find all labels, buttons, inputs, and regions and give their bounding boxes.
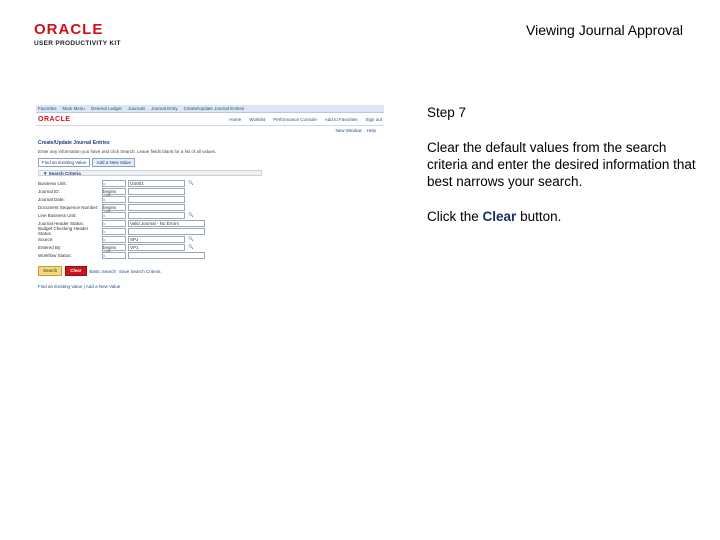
lookup-icon[interactable]: 🔍: [188, 180, 194, 186]
thumb-tab-find[interactable]: Find an Existing Value: [38, 158, 91, 167]
upk-wordmark: USER PRODUCTIVITY KIT: [34, 40, 121, 47]
thumb-row-label: Workflow Status:: [38, 252, 72, 258]
thumb-row-value[interactable]: [128, 203, 185, 211]
thumb-criteria-row: Journal ID: begins with: [38, 187, 384, 199]
thumb-nav-bar: Favorites Main Menu General Ledger Journ…: [36, 105, 384, 113]
lookup-icon[interactable]: 🔍: [188, 212, 194, 218]
thumb-link-performance[interactable]: Performance Console: [273, 117, 317, 122]
thumb-top-links: Home Worklist Performance Console Add to…: [229, 117, 382, 122]
thumb-description: Enter any information you have and click…: [38, 149, 217, 154]
thumb-link-signout[interactable]: Sign out: [365, 117, 382, 122]
thumb-criteria-rows: Business Unit: = US001 🔍 Journal ID: beg…: [38, 179, 384, 259]
thumb-row-operator[interactable]: =: [102, 211, 126, 219]
thumb-row-operator[interactable]: =: [102, 227, 126, 235]
thumb-row-operator[interactable]: begins with: [102, 203, 126, 215]
thumb-row-label: Journal Date:: [38, 196, 65, 202]
thumb-row-value[interactable]: SPJ: [128, 235, 185, 243]
thumb-button-bar: Search Clear Basic Search Save Search Cr…: [38, 266, 384, 276]
thumb-criteria-row: Source: = SPJ 🔍: [38, 235, 384, 243]
thumb-link-help[interactable]: Help: [367, 128, 376, 133]
lookup-icon[interactable]: 🔍: [188, 236, 194, 242]
thumb-row-label: Line Business Unit:: [38, 212, 77, 218]
thumb-nav-item[interactable]: Favorites: [38, 106, 57, 111]
thumb-row-operator[interactable]: =: [102, 251, 126, 259]
thumb-row-operator[interactable]: begins with: [102, 187, 126, 199]
thumb-row-value[interactable]: US001: [128, 179, 185, 187]
thumb-sub-links: New Window Help: [36, 126, 384, 134]
thumb-page-heading: Create/Update Journal Entries: [38, 140, 110, 146]
thumb-row-operator[interactable]: =: [102, 195, 126, 203]
thumb-row-operator[interactable]: =: [102, 179, 126, 187]
thumb-search-criteria-bar[interactable]: ▼ Search Criteria: [38, 170, 262, 176]
thumb-nav-item[interactable]: Main Menu: [63, 106, 85, 111]
thumb-row-label: Entered By:: [38, 244, 62, 250]
thumb-criteria-row: Workflow Status: =: [38, 251, 384, 259]
thumb-row-value[interactable]: [128, 187, 185, 195]
step-number: Step 7: [427, 105, 467, 120]
thumb-criteria-label: Search Criteria: [48, 170, 81, 176]
thumb-clear-button[interactable]: Clear: [65, 266, 87, 276]
lookup-icon[interactable]: 🔍: [188, 244, 194, 250]
screenshot-thumbnail: Favorites Main Menu General Ledger Journ…: [36, 105, 384, 315]
thumb-criteria-row: Entered By: begins with VP1 🔍: [38, 243, 384, 255]
thumb-link-worklist[interactable]: Worklist: [249, 117, 265, 122]
thumb-row-value[interactable]: [128, 251, 205, 259]
thumb-row-operator[interactable]: =: [102, 235, 126, 243]
thumb-row-label: Source:: [38, 236, 54, 242]
thumb-oracle-logo: ORACLE: [38, 115, 71, 123]
thumb-link-favorites[interactable]: Add to Favorites: [325, 117, 358, 122]
slide-title: Viewing Journal Approval: [526, 22, 683, 38]
step-action-suffix: button.: [516, 209, 562, 224]
thumb-row-label: Journal ID:: [38, 188, 60, 194]
thumb-footer-links[interactable]: Find an Existing Value | Add a New Value: [38, 284, 384, 289]
thumb-criteria-row: Business Unit: = US001 🔍: [38, 179, 384, 187]
thumb-basic-search-link[interactable]: Basic Search: [90, 269, 117, 274]
oracle-upk-logo: ORACLE USER PRODUCTIVITY KIT: [34, 22, 121, 47]
thumb-link-new-window[interactable]: New Window: [335, 128, 361, 133]
step-instructions: Step 7 Clear the default values from the…: [427, 104, 697, 225]
thumb-nav-item[interactable]: General Ledger: [91, 106, 122, 111]
thumb-tabs: Find an Existing Value Add a New Value: [38, 158, 384, 167]
thumb-criteria-row: Budget Checking Header Status: =: [38, 226, 384, 236]
thumb-nav-item[interactable]: Journals: [128, 106, 145, 111]
thumb-row-value[interactable]: [128, 211, 185, 219]
thumb-row-value[interactable]: [128, 195, 185, 203]
oracle-wordmark: ORACLE: [34, 21, 104, 38]
thumb-row-value[interactable]: Valid Journal - No Errors: [128, 219, 205, 227]
step-action-target: Clear: [482, 209, 517, 224]
thumb-row-value[interactable]: [128, 227, 205, 235]
thumb-row-operator[interactable]: =: [102, 219, 126, 227]
step-action-prefix: Click the: [427, 209, 483, 224]
thumb-row-label: Document Sequence Number:: [38, 204, 99, 210]
step-action: Click the Clear button.: [427, 208, 697, 225]
thumb-search-button[interactable]: Search: [38, 266, 63, 276]
thumb-row-label: Budget Checking Header Status:: [38, 226, 89, 236]
thumb-tab-add[interactable]: Add a New Value: [92, 158, 135, 167]
thumb-row-operator[interactable]: begins with: [102, 243, 126, 255]
step-body: Clear the default values from the search…: [427, 140, 696, 189]
thumb-criteria-row: Journal Date: =: [38, 195, 384, 203]
thumb-row-label: Journal Header Status:: [38, 220, 85, 226]
thumb-criteria-row: Document Sequence Number: begins with: [38, 203, 384, 215]
thumb-row-label: Business Unit:: [38, 180, 67, 186]
thumb-nav-item[interactable]: Create/Update Journal Entries: [184, 106, 245, 111]
thumb-link-home[interactable]: Home: [229, 117, 241, 122]
thumb-nav-item[interactable]: Journal Entry: [151, 106, 178, 111]
thumb-criteria-row: Line Business Unit: = 🔍: [38, 211, 384, 219]
thumb-brand-bar: ORACLE Home Worklist Performance Console…: [36, 113, 384, 126]
thumb-save-criteria-link[interactable]: Save Search Criteria: [119, 269, 161, 274]
thumb-row-value[interactable]: VP1: [128, 243, 185, 251]
